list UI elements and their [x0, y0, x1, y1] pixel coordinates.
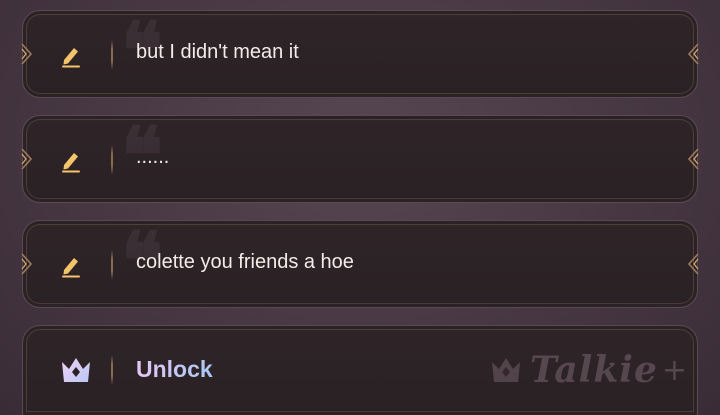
unlock-button[interactable]: Unlock — [136, 356, 213, 383]
crown-icon — [62, 358, 90, 382]
crown-watermark-icon — [491, 358, 520, 382]
message-card-3[interactable]: ❝ colette you friends a hoe — [21, 220, 699, 308]
divider — [111, 355, 113, 385]
edit-icon[interactable] — [59, 147, 83, 173]
corner-ornament-right-icon — [687, 253, 699, 275]
message-card-2[interactable]: ❝ ...... — [21, 115, 699, 203]
message-text: colette you friends a hoe — [136, 251, 354, 273]
talkie-plus-watermark: Talkie + — [488, 348, 687, 392]
unlock-card[interactable]: Unlock Talkie + — [22, 325, 698, 415]
message-text: but I didn't mean it — [136, 41, 299, 63]
watermark-brand: Talkie — [529, 349, 658, 391]
corner-ornament-left-icon — [21, 253, 33, 275]
corner-ornament-left-icon — [21, 148, 33, 170]
divider — [111, 40, 113, 70]
edit-icon[interactable] — [59, 42, 83, 68]
corner-ornament-left-icon — [21, 43, 33, 65]
divider — [111, 145, 113, 175]
edit-icon[interactable] — [59, 252, 83, 278]
watermark-plus: + — [661, 352, 687, 388]
corner-ornament-right-icon — [687, 43, 699, 65]
corner-ornament-right-icon — [687, 148, 699, 170]
message-text: ...... — [136, 146, 170, 168]
divider — [111, 250, 113, 280]
message-card-1[interactable]: ❝ but I didn't mean it — [21, 10, 699, 98]
